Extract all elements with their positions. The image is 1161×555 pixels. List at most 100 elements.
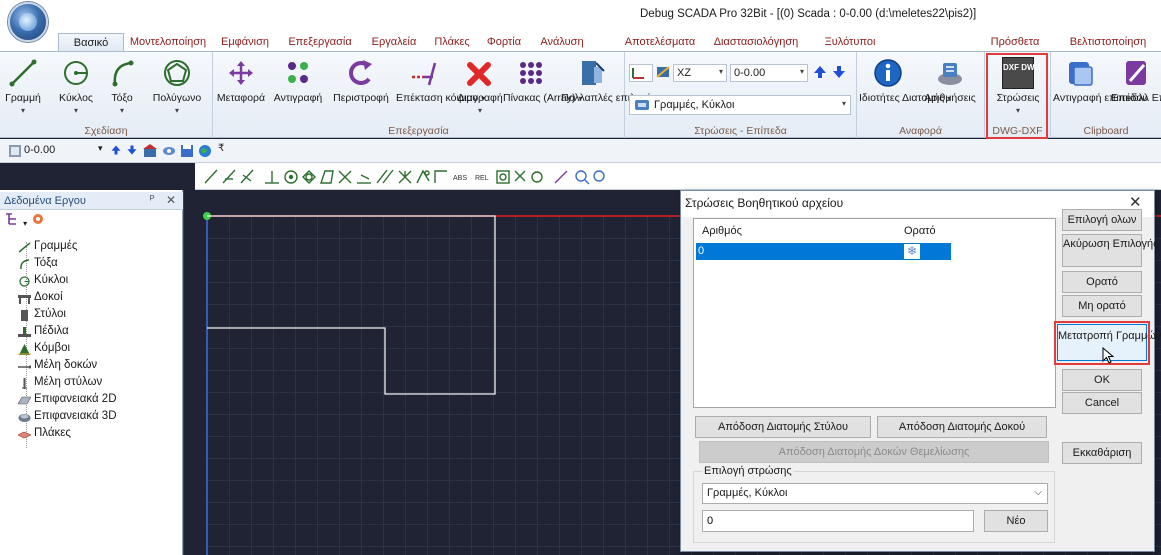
level-down-button[interactable] <box>831 64 847 82</box>
layer-number-input[interactable] <box>702 510 974 532</box>
refresh-icon[interactable] <box>30 212 46 226</box>
tree-item-nodes[interactable]: Κόμβοι <box>18 342 70 358</box>
layers-button-highlight <box>986 53 1048 139</box>
tree-item-arcs[interactable]: Τόξα <box>20 257 58 273</box>
move-button[interactable]: Μεταφορά <box>215 57 267 104</box>
copy-icon <box>288 62 308 83</box>
panel-title: Δεδομένα Εργου <box>4 195 86 207</box>
tree-item-surface-3d[interactable]: Επιφανειακά 3D <box>18 410 117 426</box>
plane-select[interactable]: XZ ▾ <box>673 64 727 82</box>
copy-plane-button[interactable]: Αντιγραφή επιπέδου <box>1053 57 1148 104</box>
numbering-button[interactable]: Αριθμήσεις <box>919 57 981 104</box>
tree-item-beam-members[interactable]: Μέλη δοκών <box>18 359 98 375</box>
save-icon[interactable] <box>180 144 194 158</box>
tree-item-footings[interactable]: Πέδιλα <box>18 325 69 341</box>
app-menu-button[interactable] <box>8 2 48 42</box>
line-button[interactable]: Γραμμή ▾ <box>2 57 44 117</box>
new-button[interactable]: Νέο <box>984 510 1048 532</box>
section-properties-button[interactable]: Ιδιοτήτες Διατομής ▾ <box>859 57 951 105</box>
tree-item-column-members[interactable]: Μέλη στύλων <box>22 376 102 392</box>
rotate-button-label: Περιστροφή <box>333 92 389 104</box>
delete-button[interactable]: Διαγραφή ▾ <box>457 57 503 117</box>
plane-axis-button[interactable] <box>629 64 653 82</box>
tree-item-beams[interactable]: Δοκοί <box>18 291 63 307</box>
visible-toggle-icon[interactable]: ❄ <box>903 243 921 260</box>
tree-options-icon[interactable] <box>4 212 20 226</box>
assign-column-section-button[interactable]: Απόδοση Διατομής Στύλου <box>695 416 871 438</box>
tab-optimization[interactable]: Βελτιστοποίηση <box>1058 33 1158 52</box>
copy-button[interactable]: Αντιγραφή <box>270 57 326 104</box>
tree-item-label: Τόξα <box>34 257 58 269</box>
table-row[interactable]: 0 ❄ <box>696 243 951 260</box>
tab-loads[interactable]: Φορτία <box>478 33 530 52</box>
up-arrow-icon[interactable] <box>110 144 122 156</box>
close-icon[interactable]: ✕ <box>166 193 176 207</box>
layer-combo[interactable]: Γραμμές, Κύκλοι ⌵ <box>702 483 1048 504</box>
level-select[interactable]: 0-0.00 ▾ <box>730 64 808 82</box>
layers-list[interactable]: Αριθμός Ορατό 0 ❄ <box>693 218 1056 408</box>
layers-icon <box>635 100 649 110</box>
tab-formwork[interactable]: Ξυλότυποι <box>818 33 882 52</box>
tab-analysis[interactable]: Ανάλυση <box>532 33 592 52</box>
qat-customize-icon[interactable]: ₹ <box>218 143 224 154</box>
chevron-down-icon: ▾ <box>799 67 804 76</box>
chevron-down-icon[interactable]: ▾ <box>98 143 103 154</box>
move-icon <box>229 61 253 85</box>
tree-item-columns[interactable]: Στύλοι <box>21 308 66 324</box>
circle-button[interactable]: Κύκλος ▾ <box>52 57 100 117</box>
extend-trim-button[interactable]: Επέκταση κόψιμο ▾ <box>396 57 485 105</box>
polygon-button[interactable]: Πολύγωνο ▾ <box>146 57 208 117</box>
column-header-number[interactable]: Αριθμός <box>702 225 742 237</box>
tree-item-label: Δοκοί <box>34 291 63 303</box>
axis-icon <box>632 68 644 79</box>
tab-tools[interactable]: Εργαλεία <box>362 33 426 52</box>
layer-select-value: Γραμμές, Κύκλοι <box>654 99 735 111</box>
tree-item-circles[interactable]: Κύκλοι <box>19 274 68 290</box>
column-icon <box>21 310 28 321</box>
rotate-button[interactable]: Περιστροφή <box>329 57 393 104</box>
assign-beam-section-button[interactable]: Απόδοση Διατομής Δοκού <box>877 416 1047 438</box>
layer-select[interactable]: Γραμμές, Κύκλοι ▾ <box>629 95 851 115</box>
layer-combo-value: Γραμμές, Κύκλοι <box>707 487 788 499</box>
tree-item-label: Μέλη δοκών <box>34 359 98 371</box>
tab-dimensioning[interactable]: Διαστασιολόγηση <box>702 33 810 52</box>
cancel-button[interactable]: Cancel <box>1062 392 1142 414</box>
array-button[interactable]: Πίνακας (Array) ▾ <box>503 57 582 105</box>
select-all-button[interactable]: Επιλογή ολων <box>1062 209 1142 231</box>
arc-button[interactable]: Τόξο ▾ <box>103 57 141 117</box>
level-up-button[interactable] <box>812 64 828 82</box>
tree-item-lines[interactable]: Γραμμές <box>18 240 77 256</box>
tab-edit[interactable]: Επεξεργασία <box>280 33 360 52</box>
tree-item-surface-2d[interactable]: Επιφανειακά 2D <box>18 393 117 409</box>
ok-button[interactable]: OK <box>1062 369 1142 391</box>
tab-basic[interactable]: Βασικό <box>58 33 124 52</box>
tab-modeling[interactable]: Μοντελοποίηση <box>126 33 210 52</box>
multi-select-button[interactable]: Πολλαπλές επιλογές <box>561 57 656 104</box>
window-title: Debug SCADA Pro 32Bit - [(0) Scada : 0-0… <box>640 8 977 20</box>
chevron-down-icon[interactable]: ▾ <box>23 219 27 228</box>
layer-selection-group: Επιλογή στρώσης Γραμμές, Κύκλοι ⌵ Νέο <box>693 465 1055 543</box>
tab-view[interactable]: Εμφάνιση <box>212 33 278 52</box>
globe-icon[interactable] <box>198 144 212 158</box>
panel-header: Δεδομένα Εργου ᴾ ✕ <box>0 192 183 210</box>
group-edit: Μεταφορά Αντιγραφή Περιστροφή Επέκταση κ… <box>213 52 656 138</box>
not-visible-button[interactable]: Μη ορατό <box>1062 295 1142 317</box>
tab-addons[interactable]: Πρόσθετα <box>984 33 1046 52</box>
visible-button[interactable]: Ορατό <box>1062 271 1142 293</box>
cancel-selection-button[interactable]: Ακύρωση Επιλογής <box>1062 234 1158 267</box>
arc-button-label: Τόξο <box>111 92 133 104</box>
tab-results[interactable]: Αποτελέσματα <box>620 33 700 52</box>
pin-icon[interactable]: ᴾ <box>150 194 155 206</box>
beam-member-icon <box>18 365 31 369</box>
clear-button[interactable]: Εκκαθάριση <box>1062 442 1142 464</box>
eye-icon[interactable] <box>162 144 176 158</box>
tab-slabs[interactable]: Πλάκες <box>428 33 476 52</box>
paste-plane-button[interactable]: Επικόλλ Επιπέδ <box>1111 57 1161 104</box>
row-number: 0 <box>698 245 705 257</box>
footing-icon <box>18 327 31 337</box>
tree-item-slabs[interactable]: Πλάκες <box>18 427 71 443</box>
drawing-tools-icons[interactable]: ABS REL <box>203 167 673 185</box>
down-arrow-icon[interactable] <box>126 144 138 156</box>
column-header-visible[interactable]: Ορατό <box>904 225 936 237</box>
building-icon[interactable] <box>143 144 157 158</box>
